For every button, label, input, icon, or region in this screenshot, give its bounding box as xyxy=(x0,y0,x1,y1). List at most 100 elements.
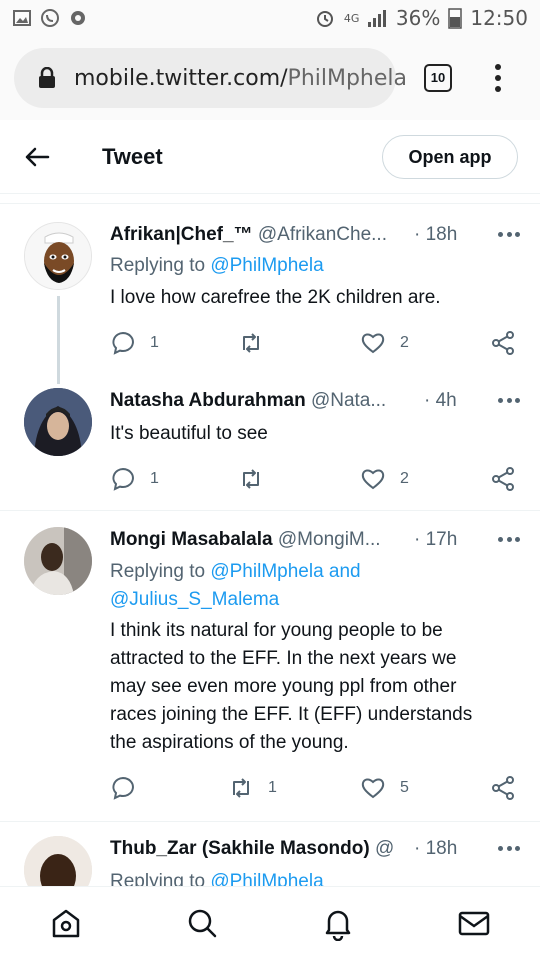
bottom-navigation xyxy=(0,886,540,960)
battery-percent: 36% xyxy=(395,6,441,30)
more-options-icon[interactable] xyxy=(498,232,520,238)
messages-envelope-icon[interactable] xyxy=(456,905,492,941)
reply-icon xyxy=(112,467,134,491)
display-name[interactable]: Mongi Masabalala xyxy=(110,529,273,550)
reply-tweet[interactable]: Mongi Masabalala @MongiM... · 17h Replyi… xyxy=(0,511,540,821)
tweet-actions: 1 2 xyxy=(110,464,520,494)
reply-tweet[interactable]: Natasha Abdurahman @Nata... · 4h It's be… xyxy=(0,374,540,510)
avatar[interactable] xyxy=(24,388,92,456)
lock-icon xyxy=(39,67,55,88)
share-button[interactable] xyxy=(490,464,516,494)
browser-menu-icon[interactable] xyxy=(494,64,502,94)
avatar[interactable] xyxy=(24,836,92,886)
share-button[interactable] xyxy=(490,328,516,358)
reply-button[interactable]: 1 xyxy=(110,464,159,494)
like-button[interactable]: 2 xyxy=(360,328,409,358)
tweet-text-line: attracted to the EFF. In the next years … xyxy=(110,648,457,669)
settings-gear-icon xyxy=(71,11,85,25)
tweet-header: Afrikan|Chef_™ @AfrikanChe... · 18h xyxy=(110,224,520,250)
tweet-text-line: I think its natural for young people to … xyxy=(110,620,443,641)
notifications-bell-icon[interactable] xyxy=(320,905,356,941)
tweet-text: I love how carefree the 2K children are. xyxy=(110,287,441,308)
tweet-header: Mongi Masabalala @MongiM... · 17h xyxy=(110,529,520,555)
reply-button[interactable] xyxy=(110,773,150,803)
retweet-button[interactable] xyxy=(238,464,278,494)
retweet-icon xyxy=(243,469,259,489)
back-arrow-icon[interactable] xyxy=(22,142,52,172)
browser-toolbar: mobile.twitter.com/PhilMphela 10 xyxy=(0,38,540,120)
tweet-text-line: the aspirations of the young. xyxy=(110,732,349,753)
mention-link[interactable]: @Julius_S_Malema xyxy=(110,589,279,610)
mongi-avatar-image xyxy=(24,527,92,595)
tweet-time[interactable]: · 4h xyxy=(424,390,457,412)
more-options-icon[interactable] xyxy=(498,537,520,543)
thread-line xyxy=(57,296,60,384)
retweet-button[interactable] xyxy=(238,328,278,358)
share-icon xyxy=(492,467,514,491)
display-name[interactable]: Natasha Abdurahman xyxy=(110,390,306,411)
retweet-button[interactable]: 1 xyxy=(228,773,277,803)
tweet-actions: 1 2 xyxy=(110,328,520,358)
replying-to: Replying to @PhilMphela xyxy=(110,868,324,886)
mention-link[interactable]: @PhilMphela xyxy=(210,871,323,886)
mention-link[interactable]: @PhilMphela and xyxy=(210,561,360,582)
url-text: mobile.twitter.com/PhilMphela xyxy=(74,66,407,91)
like-count: 2 xyxy=(400,334,409,351)
avatar[interactable] xyxy=(24,222,92,290)
mention-link[interactable]: @PhilMphela xyxy=(210,255,323,276)
url-path: PhilMphela xyxy=(287,66,407,91)
more-options-icon[interactable] xyxy=(498,846,520,852)
tweet-header: Natasha Abdurahman @Nata... · 4h xyxy=(110,390,520,416)
tweet-text: It's beautiful to see xyxy=(110,423,268,444)
tweet-time[interactable]: · 18h xyxy=(414,838,457,860)
signal-icon xyxy=(367,10,386,27)
open-app-button[interactable]: Open app xyxy=(382,135,518,179)
reply-count: 1 xyxy=(150,334,159,351)
thub-zar-avatar-image xyxy=(24,836,92,886)
tweet-header: Thub_Zar (Sakhile Masondo) @ · 18h xyxy=(110,838,520,864)
home-icon[interactable] xyxy=(48,905,84,941)
search-icon[interactable] xyxy=(184,905,220,941)
display-name[interactable]: Afrikan|Chef_™ xyxy=(110,224,253,245)
tweet-time[interactable]: · 17h xyxy=(414,529,457,551)
like-count: 5 xyxy=(400,779,409,796)
gallery-icon xyxy=(13,10,31,26)
reply-icon xyxy=(112,776,134,800)
heart-icon xyxy=(361,333,385,354)
display-name[interactable]: Thub_Zar (Sakhile Masondo) xyxy=(110,838,370,859)
url-domain: mobile.twitter.com/ xyxy=(74,66,288,91)
tab-switcher-button[interactable]: 10 xyxy=(424,64,452,92)
replying-to: Replying to @PhilMphela xyxy=(110,252,324,280)
tweet-text-line: may see even more young ppl from other xyxy=(110,676,457,697)
share-icon xyxy=(492,776,514,800)
reply-button[interactable]: 1 xyxy=(110,328,159,358)
user-handle[interactable]: @ xyxy=(375,838,394,859)
replying-to-label: Replying to xyxy=(110,255,211,276)
more-options-icon[interactable] xyxy=(498,398,520,404)
battery-icon xyxy=(448,8,463,29)
clock: 12:50 xyxy=(470,6,528,30)
page-header: Tweet Open app xyxy=(0,120,540,194)
avatar[interactable] xyxy=(24,527,92,595)
replying-to-label: Replying to xyxy=(110,561,211,582)
chef-avatar-image xyxy=(25,223,91,289)
like-button[interactable]: 5 xyxy=(360,773,409,803)
heart-icon xyxy=(361,469,385,490)
reply-tweet[interactable]: Thub_Zar (Sakhile Masondo) @ · 18h Reply… xyxy=(0,822,540,886)
retweet-count: 1 xyxy=(268,779,277,796)
tweet-time[interactable]: · 18h xyxy=(414,224,457,246)
share-icon xyxy=(492,331,514,355)
natasha-avatar-image xyxy=(24,388,92,456)
share-button[interactable] xyxy=(490,773,516,803)
like-button[interactable]: 2 xyxy=(360,464,409,494)
replying-to: Replying to @PhilMphela and @Julius_S_Ma… xyxy=(110,558,361,614)
user-handle[interactable]: @MongiM... xyxy=(278,529,381,550)
retweet-icon xyxy=(233,778,249,798)
user-handle[interactable]: @Nata... xyxy=(311,390,386,411)
whatsapp-icon xyxy=(41,9,59,27)
reply-tweet[interactable]: Afrikan|Chef_™ @AfrikanChe... · 18h Repl… xyxy=(0,204,540,384)
address-bar[interactable]: mobile.twitter.com/PhilMphela xyxy=(14,48,407,108)
user-handle[interactable]: @AfrikanChe... xyxy=(258,224,387,245)
tweet-text-line: races joining the EFF. It (EFF) understa… xyxy=(110,704,473,725)
tweet-text: I think its natural for young people to … xyxy=(110,617,520,757)
